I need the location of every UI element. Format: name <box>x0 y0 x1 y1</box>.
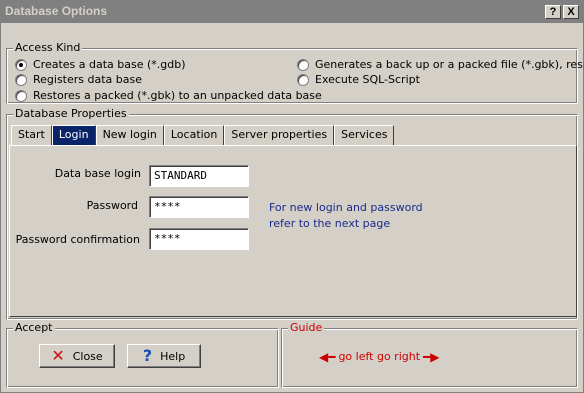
radio-label: Restores a packed (*.gbk) to an unpacked… <box>33 89 322 102</box>
title-close-button[interactable]: X <box>563 5 579 19</box>
arrow-right-icon[interactable]: ━▶ <box>423 351 439 363</box>
radio-restore-database[interactable]: Restores a packed (*.gbk) to an unpacked… <box>15 89 322 102</box>
close-button-label: Close <box>72 349 103 363</box>
hint-line-1: For new login and password <box>269 201 423 214</box>
password-confirmation-label: Password confirmation <box>15 233 140 246</box>
radio-register-database[interactable]: Registers data base <box>15 73 142 86</box>
radio-label: Generates a back up or a packed file (*.… <box>315 58 584 71</box>
close-button[interactable]: ✕ Close <box>39 344 115 368</box>
radio-button-icon <box>297 73 309 86</box>
password-label: Password <box>86 199 138 212</box>
guide-label: Guide <box>288 321 325 335</box>
database-login-input[interactable]: STANDARD <box>149 165 249 187</box>
access-kind-label: Access Kind <box>13 41 83 55</box>
tab-login[interactable]: Login <box>51 125 96 145</box>
title-help-button[interactable]: ? <box>545 5 561 19</box>
guide-navigation[interactable]: ◀━ go left go right ━▶ <box>319 350 439 363</box>
close-x-icon: ✕ <box>51 346 65 365</box>
hint-line-2: refer to the next page <box>269 217 391 230</box>
radio-button-icon <box>297 58 309 71</box>
login-hint-text: For new login and password refer to the … <box>269 200 423 232</box>
radio-label: Execute SQL-Script <box>315 73 420 86</box>
window-title: Database Options <box>5 4 108 18</box>
password-input[interactable]: **** <box>149 196 249 218</box>
radio-backup-database[interactable]: Generates a back up or a packed file (*.… <box>297 58 584 71</box>
tab-new-login[interactable]: New login <box>95 125 164 145</box>
radio-label: Creates a data base (*.gdb) <box>33 58 186 71</box>
password-confirmation-input[interactable]: **** <box>149 228 249 250</box>
arrow-left-icon[interactable]: ◀━ <box>319 351 335 363</box>
radio-label: Registers data base <box>33 73 143 86</box>
help-button-label: Help <box>160 349 186 363</box>
tab-start[interactable]: Start <box>11 125 52 145</box>
database-login-label: Data base login <box>54 167 141 180</box>
help-button[interactable]: ? Help <box>127 344 201 368</box>
radio-button-icon <box>15 73 27 86</box>
tab-location[interactable]: Location <box>163 125 225 145</box>
properties-tab-bar: Start Login New login Location Server pr… <box>11 125 395 145</box>
database-options-window: Database Options ? X Access Kind Creates… <box>0 0 584 393</box>
accept-label: Accept <box>13 321 55 335</box>
radio-button-checked-icon <box>15 58 27 71</box>
title-bar[interactable]: Database Options ? X <box>1 1 583 23</box>
guide-text: go left go right <box>338 350 421 363</box>
radio-execute-sql[interactable]: Execute SQL-Script <box>297 73 420 86</box>
database-properties-label: Database Properties <box>13 107 129 121</box>
tab-server-properties[interactable]: Server properties <box>224 125 335 145</box>
tab-services[interactable]: Services <box>334 125 395 145</box>
radio-create-database[interactable]: Creates a data base (*.gdb) <box>15 58 186 71</box>
question-mark-icon: ? <box>142 346 153 365</box>
radio-button-icon <box>15 89 27 102</box>
